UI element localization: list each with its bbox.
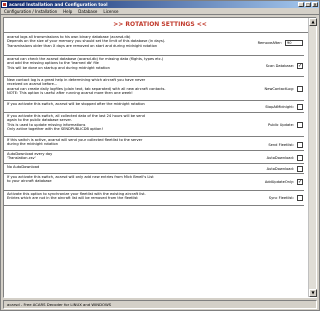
- section-description: New contact log is a great help in deter…: [7, 78, 166, 95]
- section-description: Activate this option to synchronize your…: [7, 192, 146, 201]
- scan-database-checkbox[interactable]: ✓: [297, 63, 303, 69]
- stop-at-midnight-label: StopAtMidnight:: [265, 105, 294, 109]
- no-autodownload-checkbox[interactable]: [297, 166, 303, 172]
- section-new-contact-log: New contact log is a great help in deter…: [4, 77, 304, 101]
- autodownload-label: AutoDownload:: [266, 167, 294, 171]
- section-description: No AutoDownload: [7, 165, 40, 169]
- send-fleetlist-checkbox[interactable]: [297, 142, 303, 148]
- new-contact-log-checkbox[interactable]: [297, 86, 303, 92]
- app-icon: [2, 2, 7, 7]
- section-send-fleetlist: If this switch is active, acarsd will se…: [4, 137, 304, 151]
- maximize-icon[interactable]: □: [305, 2, 311, 7]
- menu-bar: Configuration / Installation Help Databa…: [1, 8, 319, 15]
- section-description: acarsd logs all transmissions to his own…: [7, 35, 166, 48]
- section-stop-at-midnight: If you activate this switch, acarsd will…: [4, 101, 304, 113]
- minimize-icon[interactable]: _: [298, 2, 304, 7]
- section-public-update: If you activate this switch, all collect…: [4, 113, 304, 137]
- menu-help[interactable]: Help: [63, 9, 72, 14]
- page-title: >> ROTATION SETTINGS <<: [4, 18, 316, 33]
- section-sync-fleetlist: Activate this option to synchronize your…: [4, 191, 304, 206]
- public-update-label: Public Update:: [267, 123, 294, 127]
- section-description: If you activate this switch, all collect…: [7, 114, 145, 131]
- section-autodownload-translation: AutoDownload every day 'Translation.csv'…: [4, 151, 304, 164]
- close-icon[interactable]: ×: [312, 2, 318, 7]
- window-title: acarsd Installation and Configuration to…: [9, 2, 108, 7]
- stop-at-midnight-checkbox[interactable]: [297, 104, 303, 110]
- send-fleetlist-label: Send Fleetlist:: [268, 143, 294, 147]
- status-bar: acarsd - Free ACARS Decoder for LINUX an…: [3, 300, 317, 309]
- add-update-only-checkbox[interactable]: ✓: [297, 179, 303, 185]
- section-description: acarsd can check the acarsd database (ac…: [7, 57, 164, 70]
- scroll-up-icon[interactable]: ▲: [309, 18, 317, 26]
- public-update-checkbox[interactable]: [297, 122, 303, 128]
- menu-configuration[interactable]: Configuration / Installation: [4, 9, 57, 14]
- scroll-down-icon[interactable]: ▼: [309, 289, 317, 297]
- title-bar: acarsd Installation and Configuration to…: [1, 1, 319, 8]
- section-description: If you activate this switch, acarsd will…: [7, 175, 154, 184]
- app-window: acarsd Installation and Configuration to…: [0, 0, 320, 311]
- menu-database[interactable]: Database: [78, 9, 97, 14]
- sync-fleetlist-label: Sync Fleetlist:: [268, 196, 294, 200]
- remove-after-label: RemoveAfter:: [257, 41, 282, 45]
- menu-license[interactable]: License: [103, 9, 118, 14]
- remove-after-input[interactable]: 90: [285, 40, 303, 46]
- section-remove-after: acarsd logs all transmissions to his own…: [4, 34, 304, 56]
- autodownload-label: AutoDownload:: [266, 156, 294, 160]
- section-description: If this switch is active, acarsd will se…: [7, 138, 143, 147]
- sync-fleetlist-checkbox[interactable]: [297, 195, 303, 201]
- section-add-update-only: If you activate this switch, acarsd will…: [4, 174, 304, 191]
- scan-database-label: Scan Database:: [265, 64, 294, 68]
- add-update-only-label: AddUpdateOnly:: [264, 180, 294, 184]
- section-no-autodownload: No AutoDownload AutoDownload:: [4, 164, 304, 174]
- section-description: If you activate this switch, acarsd will…: [7, 102, 145, 106]
- section-description: AutoDownload every day 'Translation.csv': [7, 152, 53, 161]
- settings-panel: >> ROTATION SETTINGS << acarsd logs all …: [3, 17, 317, 298]
- section-scan-database: acarsd can check the acarsd database (ac…: [4, 56, 304, 77]
- vertical-scrollbar[interactable]: ▲ ▼: [308, 18, 317, 297]
- new-contact-log-label: NewContactLog:: [264, 87, 294, 91]
- autodownload-checkbox[interactable]: [297, 155, 303, 161]
